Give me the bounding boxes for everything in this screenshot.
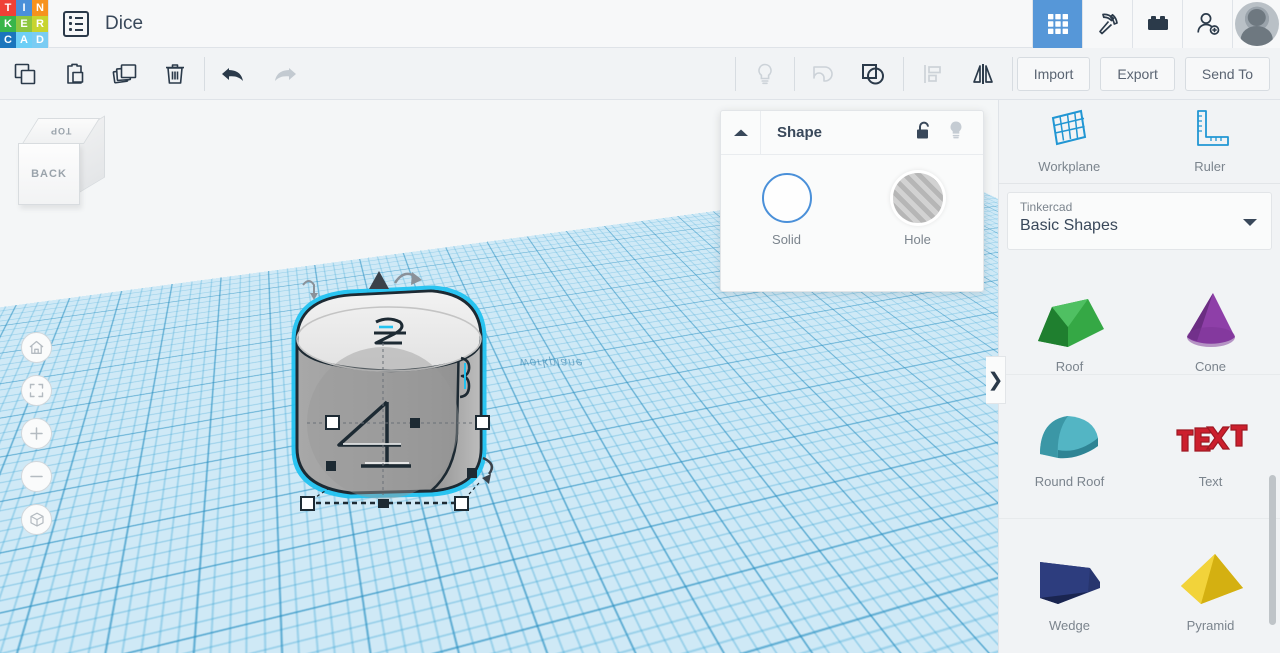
hole-swatch[interactable] <box>893 173 943 223</box>
delete-icon[interactable] <box>150 48 200 100</box>
main-toolbar: Import Export Send To <box>0 48 1280 100</box>
app-header: TINKERCAD Dice <box>0 0 1280 48</box>
lightbulb-icon[interactable] <box>947 120 965 145</box>
shape-row: Wedge Pyramid <box>999 518 1280 653</box>
solid-label: Solid <box>772 232 801 247</box>
view-cube-top-label: TOP <box>50 126 71 136</box>
logo-tile-t-0: T <box>0 0 16 16</box>
sidebar-collapse-toggle[interactable]: ❯ <box>986 356 1006 404</box>
page-title[interactable]: Dice <box>105 13 143 35</box>
shape-wedge[interactable]: Wedge <box>999 519 1140 653</box>
shape-wedge-label: Wedge <box>1049 618 1090 633</box>
library-collection: Basic Shapes <box>1020 217 1259 235</box>
import-button[interactable]: Import <box>1017 57 1091 91</box>
shape-pyramid[interactable]: Pyramid <box>1140 519 1280 653</box>
tinkercad-logo[interactable]: TINKERCAD <box>0 0 48 48</box>
export-button[interactable]: Export <box>1100 57 1174 91</box>
workplane-label: workplane <box>519 356 586 370</box>
ortho-perspective-icon[interactable] <box>21 504 52 535</box>
workplane-tool-label: Workplane <box>1038 159 1100 174</box>
add-person-icon[interactable] <box>1182 0 1232 48</box>
tinkercad-app: TINKERCAD Dice <box>0 0 1280 653</box>
solid-option[interactable]: Solid <box>721 173 852 247</box>
shape-roof[interactable]: Roof <box>999 289 1140 374</box>
send-to-button[interactable]: Send To <box>1185 57 1270 91</box>
logo-tile-r-5: R <box>32 16 48 32</box>
ruler-icon <box>1190 109 1230 152</box>
chevron-down-icon[interactable] <box>1243 219 1257 226</box>
mirror-icon[interactable] <box>958 48 1008 100</box>
logo-tile-c-6: C <box>0 32 16 48</box>
shape-row: Roof Cone <box>999 256 1280 374</box>
header-divider <box>48 0 49 48</box>
shape-cone[interactable]: Cone <box>1140 289 1280 374</box>
shape-panel-icons <box>915 120 983 145</box>
hole-label: Hole <box>904 232 931 247</box>
shape-row: Round Roof Text <box>999 374 1280 518</box>
home-view-icon[interactable] <box>21 332 52 363</box>
group-icon <box>799 48 849 100</box>
view-cube-front-face[interactable]: BACK <box>18 143 80 205</box>
solid-swatch[interactable] <box>762 173 812 223</box>
toolbar-divider <box>204 57 205 91</box>
library-category: Tinkercad <box>1020 200 1259 214</box>
ruler-tool[interactable]: Ruler <box>1140 100 1280 183</box>
viewport-nav-controls <box>21 332 52 547</box>
right-sidebar: Workplane Ruler Tinkercad Basic Shapes <box>998 100 1280 653</box>
logo-tile-e-4: E <box>16 16 32 32</box>
undo-icon[interactable] <box>209 48 259 100</box>
shape-panel-title: Shape <box>777 124 822 141</box>
shape-properties-panel: Shape Solid <box>720 110 984 292</box>
list-menu-icon[interactable] <box>63 11 89 37</box>
lego-brick-icon[interactable] <box>1132 0 1182 48</box>
workplane-grid-icon <box>1049 109 1089 152</box>
view-cube-front-label: BACK <box>31 168 67 180</box>
copy-icon[interactable] <box>0 48 50 100</box>
chevron-up-icon[interactable] <box>721 111 761 155</box>
fit-to-view-icon[interactable] <box>21 375 52 406</box>
logo-tile-n-2: N <box>32 0 48 16</box>
shape-roof-label: Roof <box>1056 359 1083 374</box>
zoom-out-icon[interactable] <box>21 461 52 492</box>
logo-tile-a-7: A <box>16 32 32 48</box>
pickaxe-icon[interactable] <box>1082 0 1132 48</box>
shape-text[interactable]: Text <box>1140 375 1280 518</box>
logo-tile-d-8: D <box>32 32 48 48</box>
shapes-gallery[interactable]: Roof Cone <box>999 256 1280 653</box>
shape-text-label: Text <box>1199 474 1223 489</box>
header-nav <box>1032 0 1280 48</box>
avatar-container[interactable] <box>1232 0 1280 48</box>
redo-icon[interactable] <box>259 48 309 100</box>
dice-object[interactable] <box>283 263 513 513</box>
sidebar-scrollbar[interactable] <box>1269 475 1276 625</box>
avatar[interactable] <box>1235 2 1279 46</box>
grid-apps-icon[interactable] <box>1032 0 1082 48</box>
shape-pyramid-label: Pyramid <box>1187 618 1235 633</box>
logo-tile-k-3: K <box>0 16 16 32</box>
zoom-in-icon[interactable] <box>21 418 52 449</box>
shape-round-roof[interactable]: Round Roof <box>999 375 1140 518</box>
sidebar-tools: Workplane Ruler <box>999 100 1280 184</box>
toolbar-divider-3 <box>794 57 795 91</box>
toolbar-divider-2 <box>735 57 736 91</box>
ruler-tool-label: Ruler <box>1194 159 1225 174</box>
lightbulb-icon <box>740 48 790 100</box>
view-cube[interactable]: TOP BACK <box>18 118 110 198</box>
workplane-tool[interactable]: Workplane <box>999 100 1140 183</box>
shape-cone-label: Cone <box>1195 359 1226 374</box>
align-icon <box>908 48 958 100</box>
shape-library-dropdown[interactable]: Tinkercad Basic Shapes <box>1007 192 1272 250</box>
shape-round-roof-label: Round Roof <box>1035 474 1104 489</box>
duplicate-icon[interactable] <box>100 48 150 100</box>
shape-panel-body: Solid Hole <box>721 155 983 247</box>
paste-icon[interactable] <box>50 48 100 100</box>
hole-option[interactable]: Hole <box>852 173 983 247</box>
ungroup-icon[interactable] <box>849 48 899 100</box>
toolbar-divider-4 <box>903 57 904 91</box>
shape-panel-header: Shape <box>721 111 983 155</box>
toolbar-divider-5 <box>1012 57 1013 91</box>
logo-tile-i-1: I <box>16 0 32 16</box>
unlock-icon[interactable] <box>915 120 933 145</box>
